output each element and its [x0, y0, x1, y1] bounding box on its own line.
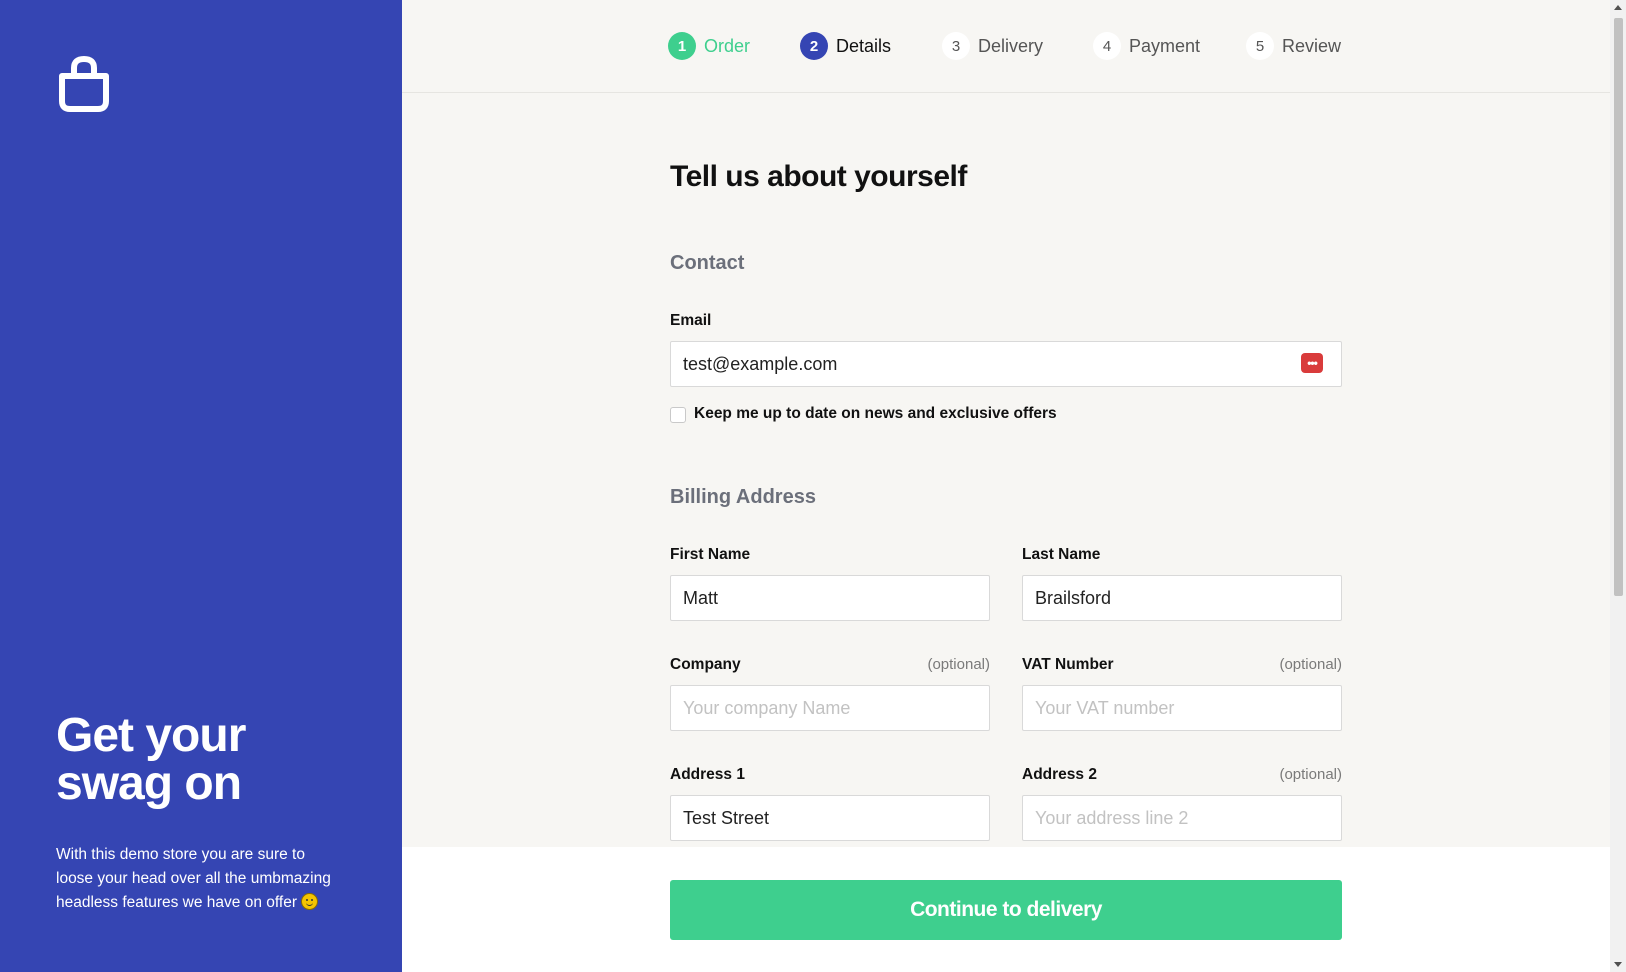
step-label: Delivery: [978, 35, 1044, 56]
step-label: Payment: [1129, 35, 1201, 56]
company-label: Company: [670, 656, 741, 673]
vat-field[interactable]: [1022, 685, 1342, 731]
step-number: 3: [942, 32, 970, 60]
newsletter-checkbox[interactable]: [670, 407, 686, 423]
step-label: Review: [1282, 35, 1342, 56]
address1-field[interactable]: [670, 795, 990, 841]
first-name-label: First Name: [670, 546, 751, 563]
hero-headline: Get your swag on: [56, 709, 246, 810]
step-review[interactable]: 5 Review: [1246, 32, 1341, 60]
smiling-face-icon: [300, 893, 318, 910]
step-label: Details: [836, 35, 892, 56]
step-order[interactable]: 1 Order: [668, 32, 750, 60]
step-number: 2: [800, 32, 828, 60]
step-number: 4: [1093, 32, 1121, 60]
vat-optional-hint: (optional): [1279, 656, 1342, 673]
scroll-thumb[interactable]: [1614, 18, 1623, 596]
step-label: Order: [704, 35, 751, 56]
last-name-field[interactable]: [1022, 575, 1342, 621]
checkout-footer: Continue to delivery: [402, 847, 1610, 972]
scroll-up-arrow-icon[interactable]: [1614, 5, 1622, 10]
billing-heading: Billing Address: [670, 486, 816, 508]
step-details[interactable]: 2 Details: [800, 32, 891, 60]
address1-label: Address 1: [670, 766, 745, 783]
shopping-bag-icon[interactable]: [58, 54, 110, 112]
newsletter-label[interactable]: Keep me up to date on news and exclusive…: [694, 405, 1057, 423]
password-manager-icon[interactable]: •••: [1301, 353, 1323, 373]
scroll-down-arrow-icon[interactable]: [1614, 962, 1622, 967]
step-payment[interactable]: 4 Payment: [1093, 32, 1200, 60]
checkout-main: 1 Order 2 Details 3 Delivery 4 Payment 5…: [402, 0, 1610, 972]
company-optional-hint: (optional): [927, 656, 990, 673]
page-scrollbar[interactable]: [1610, 0, 1626, 972]
first-name-field[interactable]: [670, 575, 990, 621]
page-title: Tell us about yourself: [670, 160, 967, 193]
step-number: 1: [668, 32, 696, 60]
continue-to-delivery-button[interactable]: Continue to delivery: [670, 880, 1342, 940]
step-number: 5: [1246, 32, 1274, 60]
address2-optional-hint: (optional): [1279, 766, 1342, 783]
hero-tagline-text: With this demo store you are sure to loo…: [56, 846, 331, 911]
hero-tagline: With this demo store you are sure to loo…: [56, 843, 346, 915]
step-delivery[interactable]: 3 Delivery: [942, 32, 1043, 60]
address2-field[interactable]: [1022, 795, 1342, 841]
vat-label: VAT Number: [1022, 656, 1114, 673]
last-name-label: Last Name: [1022, 546, 1101, 563]
address2-label: Address 2: [1022, 766, 1097, 783]
sidebar: Get your swag on With this demo store yo…: [0, 0, 402, 972]
email-label: Email: [670, 312, 712, 329]
company-field[interactable]: [670, 685, 990, 731]
contact-heading: Contact: [670, 252, 745, 274]
email-field[interactable]: [670, 341, 1342, 387]
checkout-stepper: 1 Order 2 Details 3 Delivery 4 Payment 5…: [402, 0, 1610, 93]
